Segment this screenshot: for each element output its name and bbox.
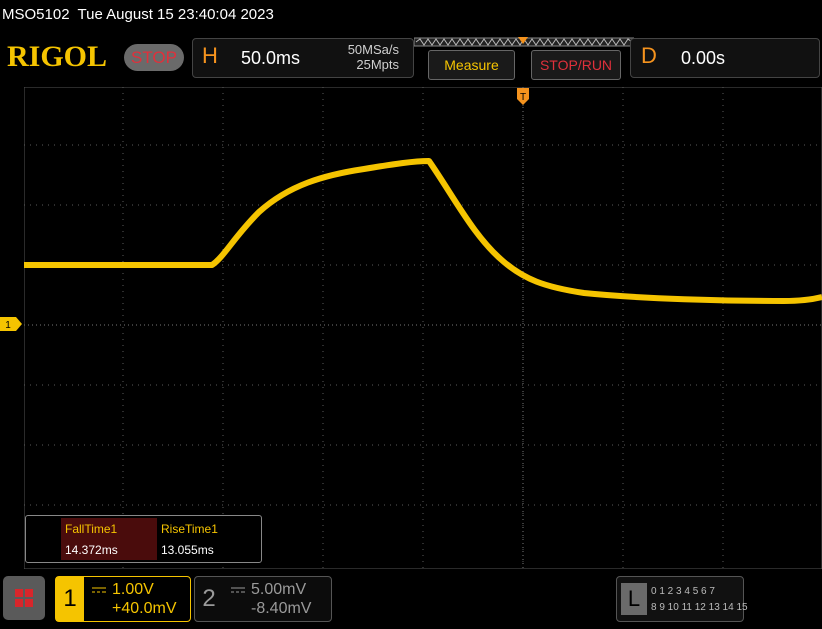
brand-logo: RIGOL (7, 40, 108, 73)
dc-coupling-icon (231, 587, 245, 593)
horizontal-label: H (202, 43, 218, 68)
waveform-display[interactable]: T (24, 87, 822, 569)
logic-channels-8-15: 8 9 10 11 12 13 14 15 (651, 602, 748, 613)
channel-2-scale: 5.00mV (251, 581, 307, 598)
channel-2-offset: -8.40mV (251, 600, 312, 617)
svg-text:1: 1 (5, 320, 11, 331)
waveform-position-bar (414, 37, 634, 47)
delay-panel[interactable]: D 0.00s (630, 38, 820, 78)
measurement-panel: FallTime1 RiseTime1 14.372ms 13.055ms (25, 515, 262, 563)
channel-1-panel[interactable]: 1 1.00V +40.0mV (55, 576, 191, 622)
channel-2-settings: 5.00mV -8.40mV (231, 580, 311, 618)
run-state-badge[interactable]: STOP (124, 44, 184, 71)
timebase-scale: 50.0ms (241, 48, 301, 68)
main-menu-button[interactable] (3, 576, 45, 620)
channel-1-number: 1 (56, 577, 84, 621)
delay-label: D (641, 43, 657, 68)
channel-1-settings: 1.00V +40.0mV (92, 580, 176, 618)
ch1-offset-marker[interactable]: 1 (0, 317, 22, 331)
status-line: MSO5102 Tue August 15 23:40:04 2023 (2, 6, 282, 23)
channel-1-scale: 1.00V (112, 581, 154, 598)
stop-run-button[interactable]: STOP/RUN (531, 50, 621, 80)
channel-2-number: 2 (202, 585, 216, 612)
delay-value: 0.00s (681, 48, 726, 68)
acquisition-info: 50MSa/s 25Mpts (348, 42, 399, 72)
channel-2-panel[interactable]: 2 5.00mV -8.40mV (194, 576, 332, 622)
horizontal-timebase-panel[interactable]: H 50.0ms 50MSa/s 25Mpts (192, 38, 414, 78)
dc-coupling-icon (92, 587, 106, 593)
rise-time-label: RiseTime1 (161, 522, 218, 536)
datetime-label: Tue August 15 23:40:04 2023 (77, 6, 274, 23)
sample-rate: 50MSa/s (347, 42, 399, 57)
logic-label: L (621, 583, 647, 615)
fall-time-value: 14.372ms (61, 540, 157, 560)
channel-1-offset: +40.0mV (112, 600, 177, 617)
menu-grid-icon (15, 589, 33, 607)
svg-text:T: T (520, 92, 526, 103)
rise-time-value: 13.055ms (161, 543, 214, 557)
model-label: MSO5102 (2, 6, 70, 23)
logic-channels-0-7: 0 1 2 3 4 5 6 7 (651, 586, 715, 597)
logic-analyzer-panel[interactable]: L 0 1 2 3 4 5 6 7 8 9 10 11 12 13 14 15 (616, 576, 748, 622)
memory-depth: 25Mpts (356, 57, 399, 72)
fall-time-label: FallTime1 (61, 518, 157, 540)
measure-button[interactable]: Measure (428, 50, 515, 80)
